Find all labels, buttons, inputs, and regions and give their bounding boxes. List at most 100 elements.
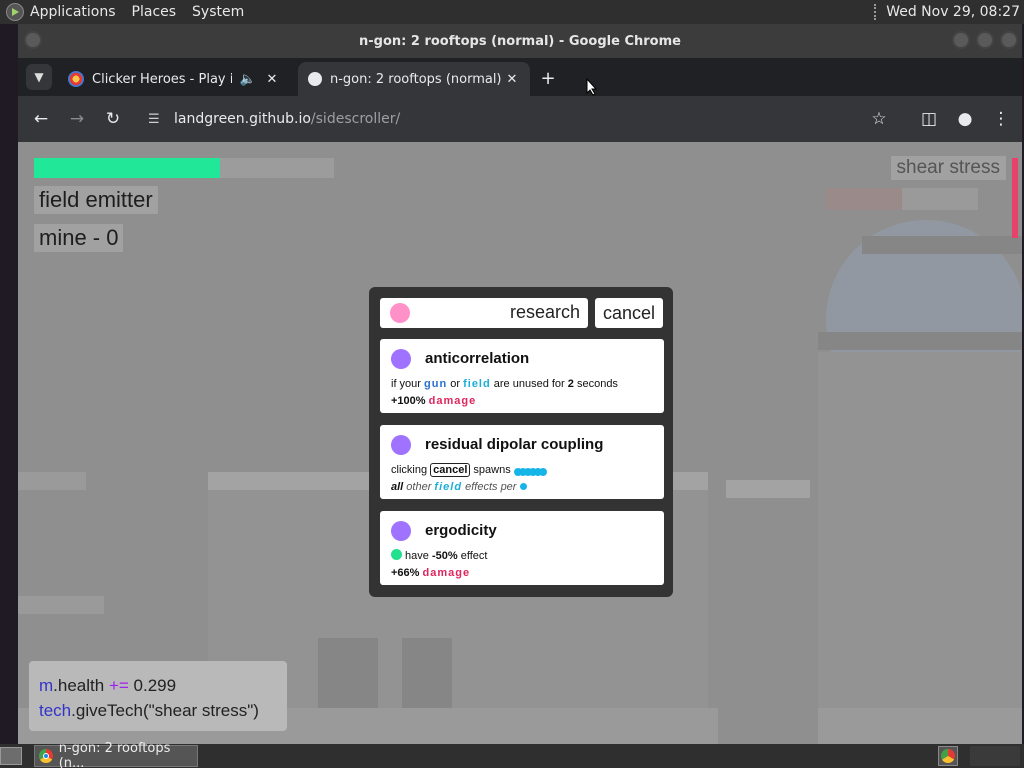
profile-avatar-icon[interactable]: ● [954, 108, 976, 130]
level-platform [826, 188, 902, 210]
menu-applications[interactable]: Applications [30, 4, 116, 20]
tech-option-anticorrelation[interactable]: anticorrelation if your gun or field are… [380, 339, 664, 413]
maximize-icon[interactable] [976, 31, 994, 49]
browser-toolbar: ← → ↻ ☰ landgreen.github.io/sidescroller… [18, 96, 1022, 142]
rooftop-box [402, 638, 452, 708]
keyword-cancel-key: cancel [430, 463, 471, 477]
tab-clicker-heroes[interactable]: Clicker Heroes - Play it now 🔈 ✕ [58, 62, 290, 96]
tech-description: clicking cancel spawns all other field e… [391, 462, 547, 496]
tech-dot-icon [391, 435, 411, 455]
research-button[interactable]: research [380, 298, 588, 328]
speaker-icon[interactable]: 🔈 [240, 72, 256, 87]
keyword-damage: damage [422, 567, 471, 579]
tab-close-icon[interactable]: ✕ [264, 72, 280, 87]
desc-percent: +100% [391, 395, 426, 407]
health-bar-fill [34, 158, 220, 178]
desktop-background [0, 24, 18, 744]
ground-floor [818, 708, 1022, 744]
tray-chrome-icon[interactable] [938, 746, 958, 766]
tech-choice-modal: research cancel anticorrelation if your … [369, 287, 673, 597]
bubble-icon [519, 483, 527, 490]
browser-window: n-gon: 2 rooftops (normal) - Google Chro… [18, 24, 1022, 744]
tech-name: anticorrelation [425, 350, 530, 367]
desc-text: other [403, 481, 435, 493]
desc-text: effect [457, 550, 488, 562]
desc-text: are unused for [490, 378, 568, 390]
taskbar-chrome-window[interactable]: n-gon: 2 rooftops (n... [34, 741, 198, 768]
window-titlebar[interactable]: n-gon: 2 rooftops (normal) - Google Chro… [18, 24, 1022, 58]
level-platform [726, 480, 810, 498]
url-host: landgreen.github.io [174, 111, 311, 127]
bubbles-icon [513, 465, 547, 477]
level-platform [862, 236, 1022, 254]
menu-places[interactable]: Places [132, 4, 177, 20]
reload-icon[interactable]: ↻ [102, 108, 124, 130]
tab-close-icon[interactable]: ✕ [504, 72, 520, 87]
distro-logo-icon[interactable] [6, 3, 24, 21]
desc-text: spawns [470, 464, 514, 476]
minimize-icon[interactable] [952, 31, 970, 49]
side-panel-icon[interactable]: ◫ [918, 108, 940, 130]
rooftop-box [318, 638, 378, 708]
workspace-switcher[interactable] [970, 746, 1020, 766]
desc-all: all [391, 481, 404, 493]
console-line: m.health += 0.299 [39, 673, 277, 698]
new-tab-plus-icon[interactable]: + [536, 66, 560, 90]
level-platform [18, 472, 86, 490]
console-call-end: ") [247, 701, 259, 720]
desc-text: if your [391, 378, 425, 390]
n-gon-favicon-icon [308, 72, 322, 86]
console-object: tech [39, 701, 72, 720]
console-property: .health [53, 676, 105, 695]
tab-title: n-gon: 2 rooftops (normal) [330, 71, 502, 87]
console-operator: += [108, 676, 129, 695]
level-platform [902, 188, 978, 210]
forward-arrow-icon[interactable]: → [66, 108, 88, 130]
game-console: m.health += 0.299 tech.giveTech("shear s… [29, 661, 287, 731]
console-argument: shear stress [154, 701, 248, 720]
console-call: .giveTech(" [71, 701, 155, 720]
tab-n-gon[interactable]: n-gon: 2 rooftops (normal) ✕ [298, 62, 530, 96]
building-wall [818, 352, 1022, 708]
tech-name: ergodicity [425, 522, 497, 539]
bookmark-star-icon[interactable]: ☆ [868, 108, 890, 130]
desc-number: -50% [431, 550, 458, 562]
keyword-field: field [434, 481, 463, 493]
desc-text: have [402, 550, 432, 562]
url-path: /sidescroller/ [310, 111, 401, 127]
desc-percent: +66% [391, 567, 420, 579]
os-taskbar: n-gon: 2 rooftops (n... [0, 741, 1024, 768]
tech-name: residual dipolar coupling [425, 436, 604, 453]
tech-option-residual-dipolar-coupling[interactable]: residual dipolar coupling clicking cance… [380, 425, 664, 499]
panel-separator [874, 4, 880, 20]
mine-counter: mine - 0 [34, 224, 124, 252]
address-bar[interactable]: ☰ landgreen.github.io/sidescroller/ [134, 102, 914, 136]
clicker-heroes-favicon-icon [68, 71, 84, 87]
tab-search-chevron-down-icon[interactable]: ▼ [26, 64, 52, 90]
cancel-button[interactable]: cancel [595, 298, 663, 328]
site-info-tune-icon[interactable]: ☰ [148, 112, 164, 127]
menu-system[interactable]: System [192, 4, 244, 20]
field-label: field emitter [34, 186, 158, 214]
more-menu-kebab-icon[interactable]: ⋮ [990, 108, 1012, 130]
console-value: 0.299 [133, 676, 177, 695]
game-canvas[interactable]: field emitter mine - 0 shear stress rese… [18, 142, 1022, 744]
desc-text: or [447, 378, 464, 390]
keyword-damage: damage [428, 395, 477, 407]
research-dot-icon [390, 303, 410, 323]
level-platform [18, 596, 104, 614]
tab-strip: ▼ Clicker Heroes - Play it now 🔈 ✕ n-gon… [18, 58, 1022, 96]
chrome-icon [39, 749, 53, 763]
level-platform [818, 332, 1022, 350]
back-arrow-icon[interactable]: ← [30, 108, 52, 130]
window-menu-icon[interactable] [24, 31, 42, 49]
taskbar-item-label: n-gon: 2 rooftops (n... [58, 741, 171, 768]
close-window-icon[interactable] [1000, 31, 1018, 49]
show-desktop-icon[interactable] [0, 747, 22, 765]
tech-option-ergodicity[interactable]: ergodicity have -50% effect +66% damage [380, 511, 664, 585]
mouse-cursor-icon [586, 78, 598, 96]
console-line: tech.giveTech("shear stress") [39, 698, 277, 723]
research-label: research [509, 302, 580, 322]
clock[interactable]: Wed Nov 29, 08:27 [886, 4, 1020, 20]
tech-dot-icon [391, 349, 411, 369]
